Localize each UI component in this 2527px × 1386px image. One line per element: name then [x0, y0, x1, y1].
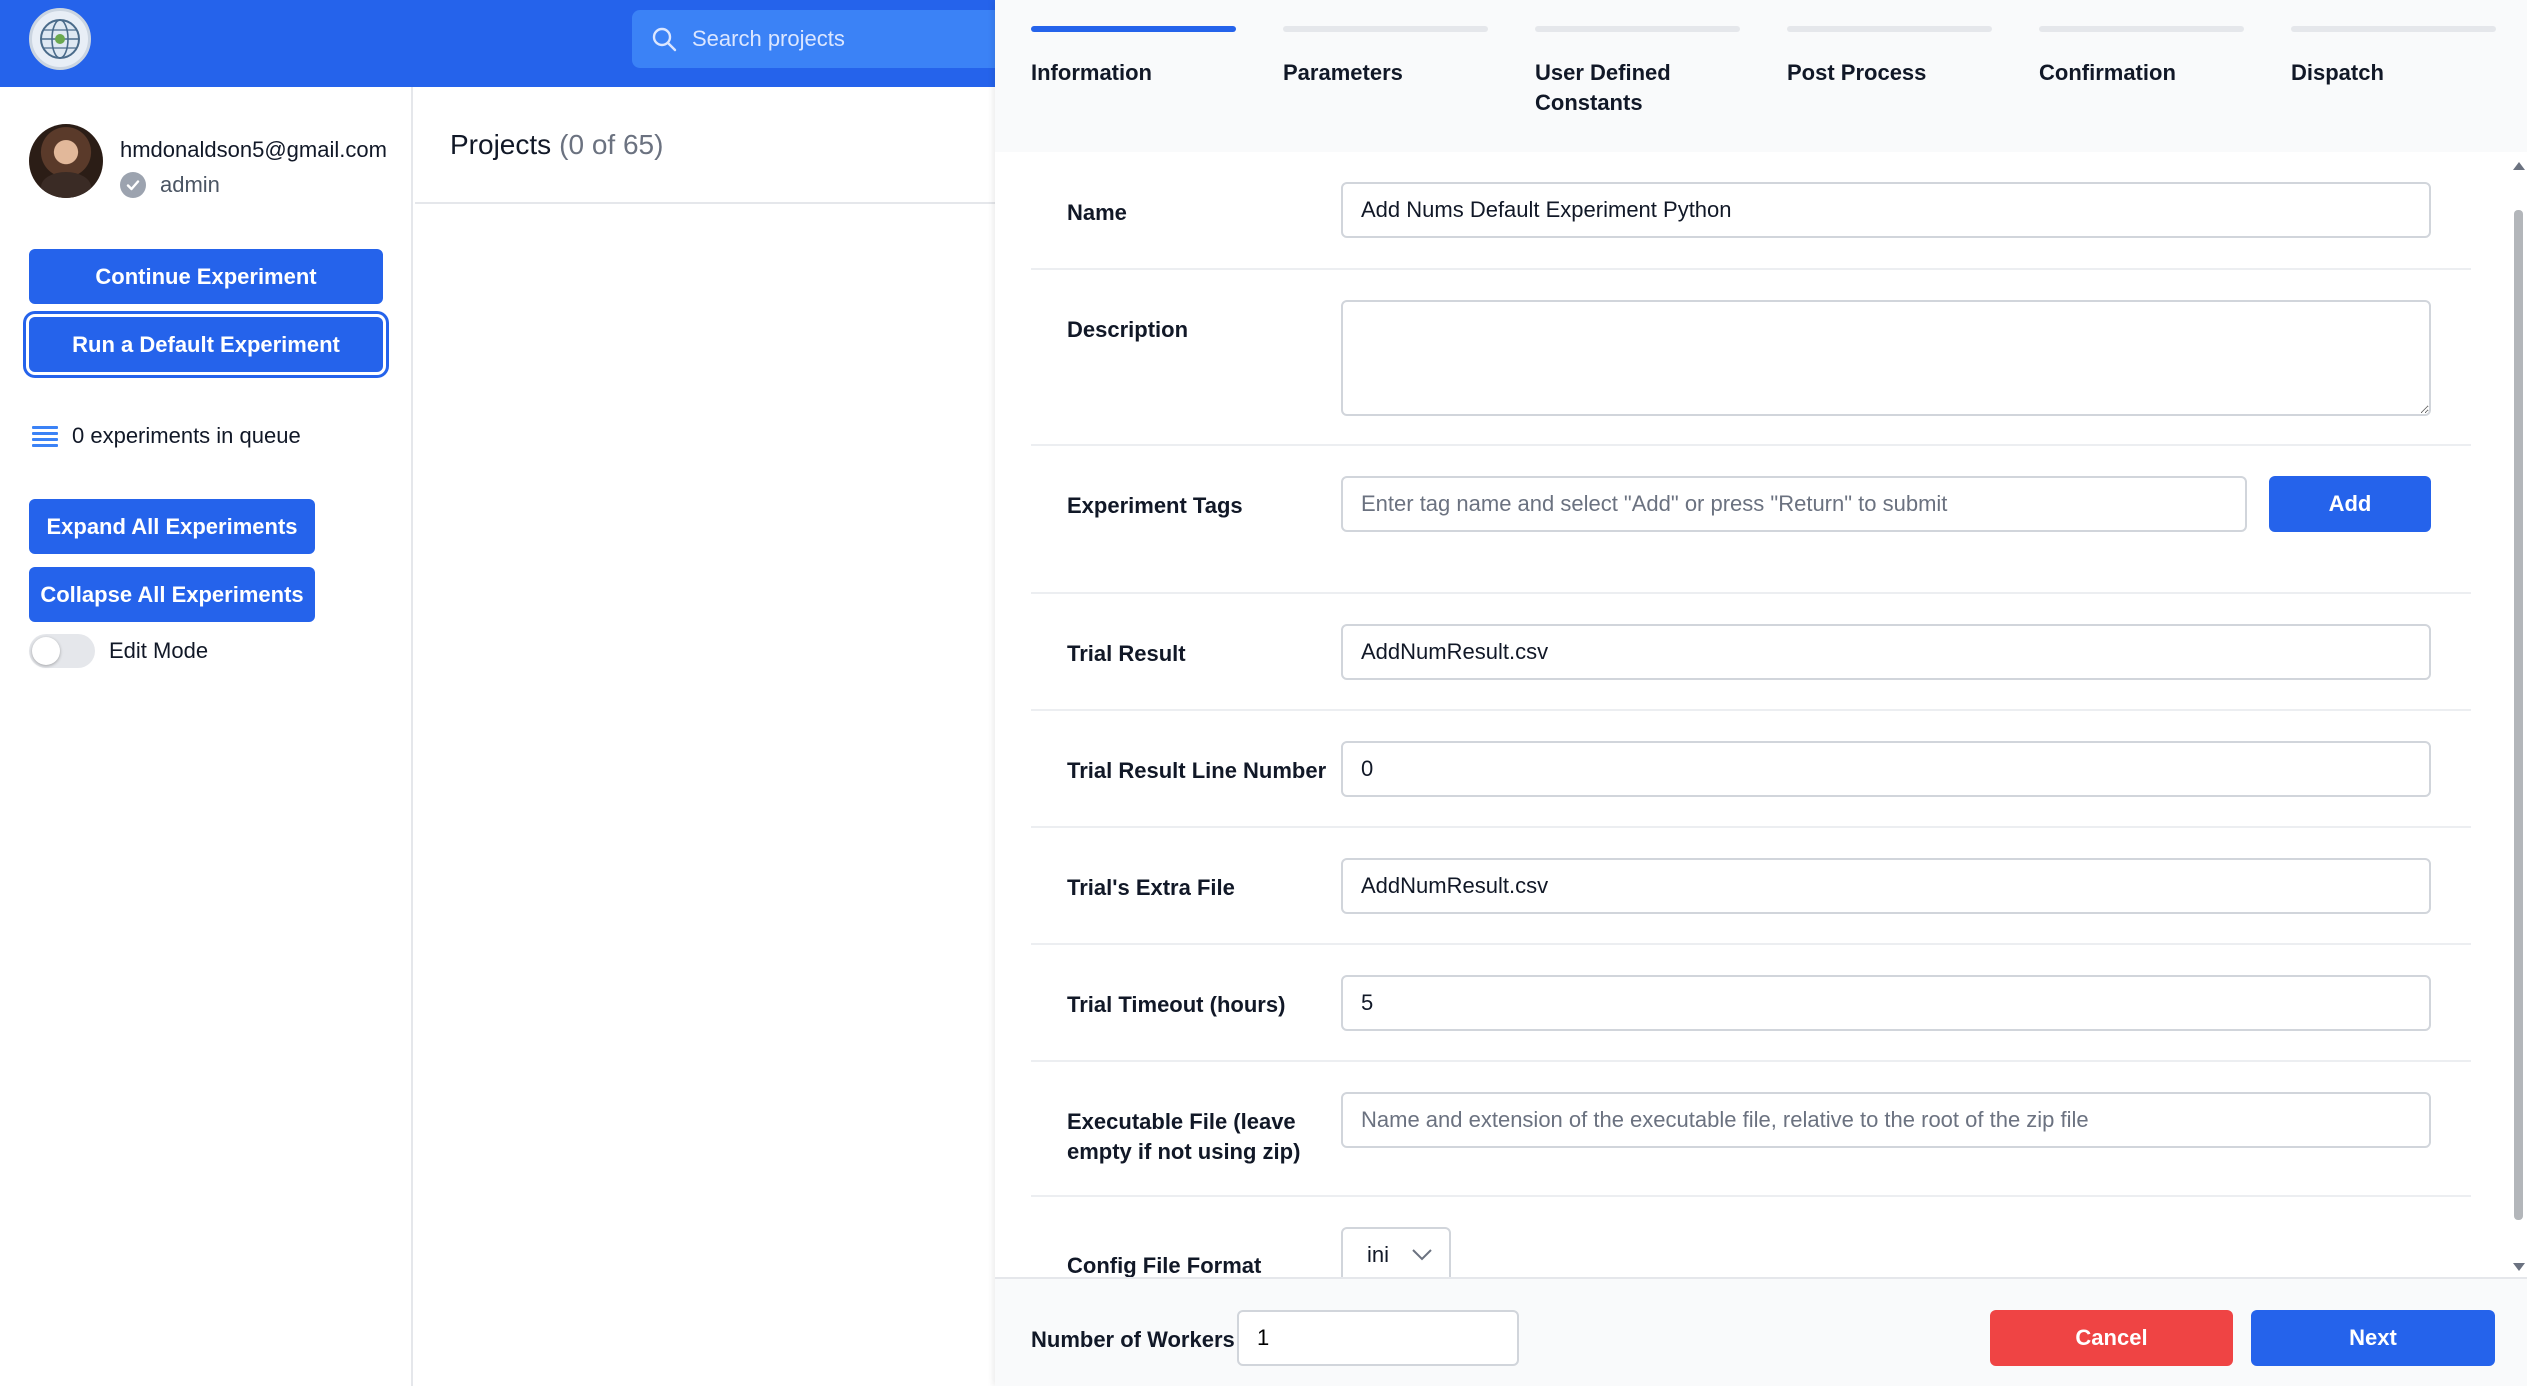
scroll-down-arrow-icon[interactable] — [2513, 1263, 2525, 1271]
trial-timeout-input[interactable] — [1341, 975, 2431, 1031]
chevron-down-icon — [1412, 1249, 1432, 1261]
config-format-value: ini — [1367, 1242, 1390, 1267]
description-label: Description — [1067, 317, 1189, 342]
collapse-all-button[interactable]: Collapse All Experiments — [29, 567, 315, 622]
trial-extra-file-label: Trial's Extra File — [1067, 875, 1235, 900]
step-tabs: Information Parameters User Defined Cons… — [995, 0, 2527, 152]
form-row-tags: Experiment Tags Add — [1031, 446, 2471, 594]
step-label: Dispatch — [2291, 60, 2384, 85]
step-label: Information — [1031, 60, 1152, 85]
trial-result-line-label: Trial Result Line Number — [1067, 758, 1327, 783]
step-progress-bar — [1283, 26, 1488, 32]
search-bar — [632, 10, 1032, 68]
scrollbar-thumb[interactable] — [2514, 210, 2523, 1220]
description-textarea[interactable] — [1341, 300, 2431, 416]
trial-result-line-input[interactable] — [1341, 741, 2431, 797]
edit-mode-toggle[interactable] — [29, 634, 95, 668]
step-label: Parameters — [1283, 60, 1403, 85]
form-row-trial-timeout: Trial Timeout (hours) — [1031, 945, 2471, 1062]
workers-input[interactable] — [1237, 1310, 1519, 1366]
config-format-label: Config File Format — [1067, 1253, 1262, 1277]
tab-user-defined-constants[interactable]: User Defined Constants — [1535, 26, 1740, 118]
form-row-trial-extra-file: Trial's Extra File — [1031, 828, 2471, 945]
next-button[interactable]: Next — [2251, 1310, 2495, 1366]
continue-experiment-button[interactable]: Continue Experiment — [29, 249, 383, 304]
workers-label: Number of Workers — [1031, 1327, 1235, 1352]
globe-logo-icon[interactable] — [29, 8, 91, 70]
step-progress-bar — [1535, 26, 1740, 32]
projects-header: Projects (0 of 65) — [415, 87, 1000, 204]
tab-confirmation[interactable]: Confirmation — [2039, 26, 2244, 88]
globe-logo-icon-graphic — [40, 19, 80, 59]
queue-text: 0 experiments in queue — [72, 423, 301, 448]
user-role: admin — [120, 172, 220, 198]
form-row-name: Name — [1031, 152, 2471, 270]
form-row-executable-file: Executable File (leave empty if not usin… — [1031, 1062, 2471, 1197]
sidebar: hmdonaldson5@gmail.com admin Continue Ex… — [0, 87, 413, 1386]
user-email: hmdonaldson5@gmail.com — [120, 137, 387, 162]
top-header — [0, 0, 1032, 87]
form-row-config-format: Config File Format ini — [1031, 1197, 2471, 1277]
step-progress-bar — [2039, 26, 2244, 32]
tab-dispatch[interactable]: Dispatch — [2291, 26, 2496, 88]
step-label: Post Process — [1787, 60, 1927, 85]
queue-list-icon — [32, 426, 58, 447]
tags-input[interactable] — [1341, 476, 2247, 532]
information-form: Name Description Experiment Tags Add Tri… — [1031, 152, 2471, 1277]
name-label: Name — [1067, 200, 1127, 225]
run-default-experiment-button[interactable]: Run a Default Experiment — [29, 317, 383, 372]
step-progress-bar — [2291, 26, 2496, 32]
executable-file-label: Executable File (leave empty if not usin… — [1067, 1109, 1301, 1164]
step-label: Confirmation — [2039, 60, 2176, 85]
cancel-button[interactable]: Cancel — [1990, 1310, 2233, 1366]
form-row-description: Description — [1031, 270, 2471, 446]
executable-file-input[interactable] — [1341, 1092, 2431, 1148]
form-row-trial-result: Trial Result — [1031, 594, 2471, 711]
tab-post-process[interactable]: Post Process — [1787, 26, 1992, 88]
step-label: User Defined Constants — [1535, 60, 1671, 115]
tags-label: Experiment Tags — [1067, 493, 1243, 518]
user-role-label: admin — [160, 172, 220, 197]
trial-result-input[interactable] — [1341, 624, 2431, 680]
form-scrollbar[interactable] — [2509, 152, 2527, 1277]
queue-status[interactable]: 0 experiments in queue — [32, 423, 301, 449]
trial-extra-file-input[interactable] — [1341, 858, 2431, 914]
experiment-modal: Information Parameters User Defined Cons… — [995, 0, 2527, 1386]
name-input[interactable] — [1341, 182, 2431, 238]
projects-count: (0 of 65) — [559, 128, 664, 160]
form-row-trial-result-line: Trial Result Line Number — [1031, 711, 2471, 828]
trial-timeout-label: Trial Timeout (hours) — [1067, 992, 1286, 1017]
step-progress-bar — [1031, 26, 1236, 32]
search-icon — [650, 25, 678, 53]
config-format-select[interactable]: ini — [1341, 1227, 1451, 1277]
search-input[interactable] — [692, 26, 992, 52]
tab-information[interactable]: Information — [1031, 26, 1236, 88]
avatar[interactable] — [29, 124, 103, 198]
scroll-up-arrow-icon[interactable] — [2513, 162, 2525, 170]
projects-title: Projects — [450, 128, 552, 160]
tab-parameters[interactable]: Parameters — [1283, 26, 1488, 88]
expand-all-button[interactable]: Expand All Experiments — [29, 499, 315, 554]
modal-footer: Number of Workers Cancel Next — [995, 1277, 2527, 1386]
trial-result-label: Trial Result — [1067, 641, 1186, 666]
add-tag-button[interactable]: Add — [2269, 476, 2431, 532]
step-progress-bar — [1787, 26, 1992, 32]
edit-mode-label: Edit Mode — [109, 638, 209, 663]
check-circle-icon — [120, 172, 146, 198]
edit-mode-row: Edit Mode — [29, 634, 208, 668]
